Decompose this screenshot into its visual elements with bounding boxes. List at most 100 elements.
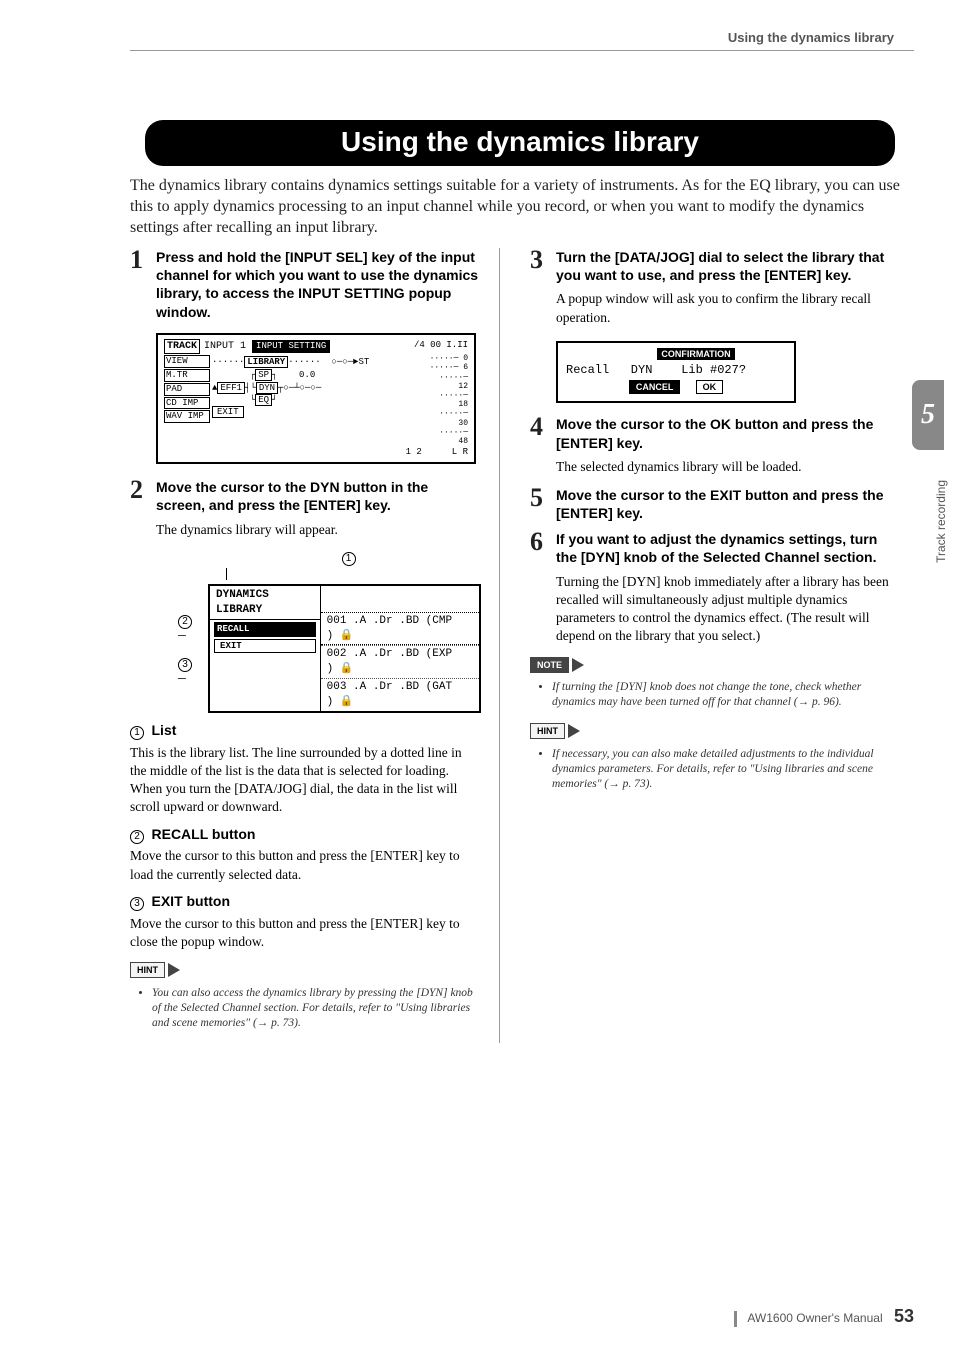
label-1: 1 List [130, 721, 481, 742]
step-number: 4 [530, 415, 548, 451]
chapter-side-label: Track recording [934, 480, 948, 563]
hint-callout: HINT You can also access the dynamics li… [130, 961, 481, 1031]
step-body: The selected dynamics library will be lo… [556, 458, 900, 476]
step-heading: Turn the [DATA/JOG] dial to select the l… [556, 248, 900, 284]
step-number: 3 [530, 248, 548, 284]
value-display: 0.0 [299, 370, 315, 380]
circled-3-icon: 3 [178, 658, 192, 672]
left-column: 1 Press and hold the [INPUT SEL] key of … [130, 248, 500, 1043]
step-number: 5 [530, 486, 548, 522]
label-title: RECALL button [152, 826, 256, 842]
step-heading: If you want to adjust the dynamics setti… [556, 530, 900, 566]
note-callout: NOTE If turning the [DYN] knob does not … [530, 656, 900, 711]
hint-text: You can also access the dynamics library… [152, 986, 481, 1031]
cancel-button[interactable]: CANCEL [629, 380, 681, 394]
eff-button[interactable]: EFF1 [217, 382, 245, 394]
step-number: 1 [130, 248, 148, 321]
step-heading: Move the cursor to the DYN button in the… [156, 478, 481, 514]
label-text: Move the cursor to this button and press… [130, 847, 481, 883]
exit-button[interactable]: EXIT [212, 406, 244, 418]
tab-track: TRACK [164, 339, 200, 355]
scale-6: 6 [463, 363, 468, 372]
tab-wav: WAV IMP [164, 410, 210, 423]
dyn-button[interactable]: DYN [256, 382, 278, 394]
page-title: Using the dynamics library [145, 120, 895, 166]
scale-30: 30 [458, 419, 468, 428]
meter-bottom-left: 1 2 [406, 446, 422, 458]
st-label: ST [358, 357, 369, 367]
popup-title: INPUT SETTING [252, 340, 330, 352]
step-heading: Move the cursor to the EXIT button and p… [556, 486, 900, 522]
page-number: 53 [894, 1306, 914, 1326]
step-number: 2 [130, 478, 148, 514]
step-body: Turning the [DYN] knob immediately after… [556, 573, 900, 646]
step-2: 2 Move the cursor to the DYN button in t… [130, 478, 481, 514]
step-heading: Move the cursor to the OK button and pre… [556, 415, 900, 451]
hint-callout: HINT If necessary, you can also make det… [530, 722, 900, 792]
label-text: This is the library list. The line surro… [130, 744, 481, 817]
hint-text: If necessary, you can also make detailed… [552, 747, 900, 792]
input-setting-screenshot: TRACK INPUT 1 INPUT SETTING /4 00 I.II V… [156, 333, 476, 465]
step-number: 6 [530, 530, 548, 566]
circled-2-icon: 2 [130, 830, 144, 844]
intro-paragraph: The dynamics library contains dynamics s… [130, 176, 900, 238]
side-markers: 2─ 3─ [178, 584, 202, 687]
dynamics-library-screenshot: 2─ 3─ DYNAMICS LIBRARY RECALL EXIT 001 .… [178, 584, 481, 713]
label-text: Move the cursor to this button and press… [130, 915, 481, 951]
note-tag: NOTE [530, 657, 569, 673]
step-1: 1 Press and hold the [INPUT SEL] key of … [130, 248, 481, 321]
step-4: 4 Move the cursor to the OK button and p… [530, 415, 900, 451]
step-heading: Press and hold the [INPUT SEL] key of th… [156, 248, 481, 321]
circled-1-icon: 1 [342, 552, 356, 566]
ok-button[interactable]: OK [696, 380, 724, 394]
scale-48: 48 [458, 437, 468, 446]
header-rule [130, 50, 914, 51]
manual-name: AW1600 Owner's Manual [747, 1311, 882, 1325]
hint-tag: HINT [530, 723, 565, 739]
tab-cd: CD IMP [164, 397, 210, 410]
sp-button[interactable]: SP [255, 369, 272, 381]
dialog-message: Recall DYN Lib #027? [566, 362, 786, 378]
lock-icon: 🔒 [340, 663, 354, 675]
dialog-title: CONFIRMATION [657, 348, 734, 360]
lock-icon: 🔒 [340, 630, 354, 642]
circled-3-icon: 3 [130, 897, 144, 911]
scale-18: 18 [458, 400, 468, 409]
label-title: List [152, 722, 177, 738]
input-label: INPUT [204, 340, 234, 354]
meter-bottom-right: L R [452, 446, 468, 458]
step-6: 6 If you want to adjust the dynamics set… [530, 530, 900, 566]
content-columns: 1 Press and hold the [INPUT SEL] key of … [130, 248, 900, 1043]
hint-tag: HINT [130, 962, 165, 978]
step-body: A popup window will ask you to confirm t… [556, 290, 900, 326]
list-item[interactable]: 003 .A .Dr .BD (GAT ) 🔒 [321, 678, 479, 711]
running-header: Using the dynamics library [728, 30, 894, 45]
list-item[interactable]: 001 .A .Dr .BD (CMP ) 🔒 [321, 612, 479, 646]
lock-icon: 🔒 [340, 696, 354, 708]
confirmation-dialog: CONFIRMATION Recall DYN Lib #027? CANCEL… [556, 341, 796, 404]
chapter-tab: 5 [912, 380, 944, 450]
tab-mtr: M.TR [164, 369, 210, 382]
step-body: The dynamics library will appear. [156, 521, 481, 539]
eq-button[interactable]: EQ [255, 394, 272, 406]
step-3: 3 Turn the [DATA/JOG] dial to select the… [530, 248, 900, 284]
meter-label: /4 00 I.II [414, 339, 468, 355]
exit-button[interactable]: EXIT [214, 639, 316, 653]
page-footer: AW1600 Owner's Manual 53 [734, 1306, 914, 1327]
input-number: 1 [240, 340, 246, 354]
right-column: 3 Turn the [DATA/JOG] dial to select the… [530, 248, 900, 1043]
tab-pad: PAD [164, 383, 210, 396]
recall-button[interactable]: RECALL [214, 622, 316, 636]
scale-0: 0 [463, 354, 468, 363]
scale-12: 12 [458, 382, 468, 391]
note-text: If turning the [DYN] knob does not chang… [552, 680, 900, 710]
label-3: 3 EXIT button [130, 892, 481, 913]
library-button[interactable]: LIBRARY [244, 356, 288, 368]
marker-1-top: 1 [220, 549, 481, 580]
label-2: 2 RECALL button [130, 825, 481, 846]
circled-2-icon: 2 [178, 615, 192, 629]
tab-view: VIEW [164, 355, 210, 368]
list-item[interactable]: 002 .A .Dr .BD (EXP ) 🔒 [321, 645, 479, 678]
library-title: DYNAMICS LIBRARY [210, 586, 320, 621]
label-title: EXIT button [152, 893, 231, 909]
